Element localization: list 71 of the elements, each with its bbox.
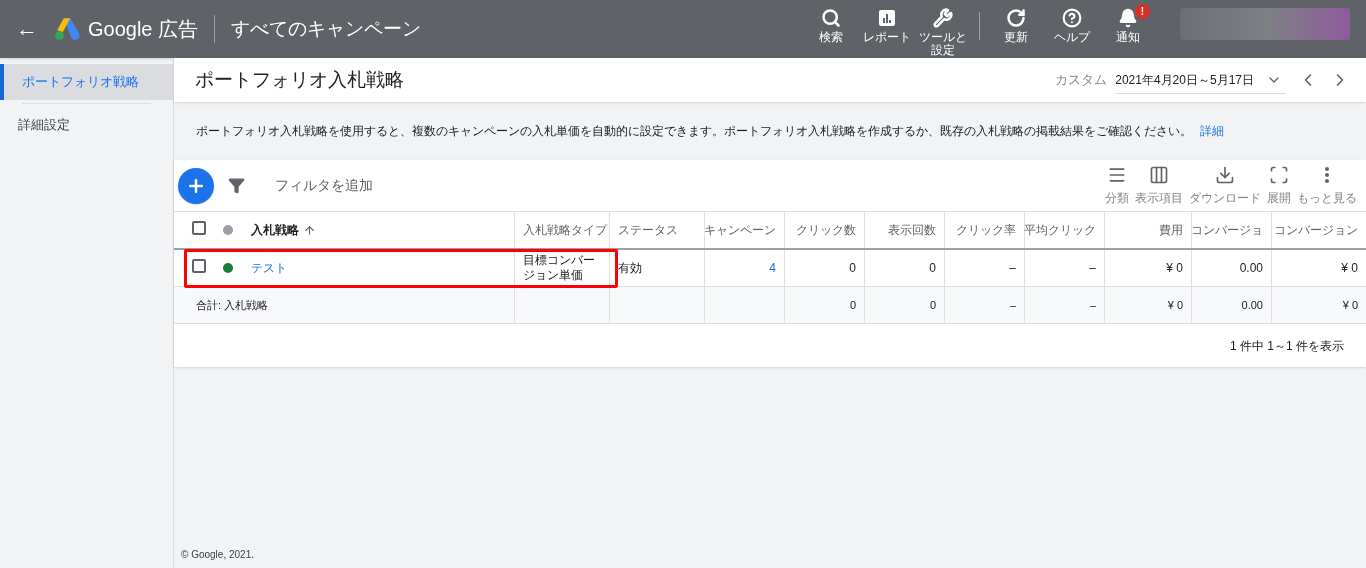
wrench-icon [933, 8, 953, 28]
page-heading: すべてのキャンペーン [231, 16, 422, 41]
date-prefix: カスタム [1055, 71, 1108, 90]
details-link[interactable]: 詳細 [1200, 124, 1224, 138]
column-header[interactable]: コンバージョン [1274, 221, 1358, 239]
bell-icon [1118, 8, 1138, 28]
columns-icon [1149, 164, 1169, 185]
total-cell-text: – [1009, 297, 1016, 313]
add-button[interactable] [178, 167, 214, 204]
filter-icon[interactable] [228, 177, 245, 194]
toolbar-button[interactable]: 展開 [1264, 164, 1294, 207]
table-cell-text: – [1089, 260, 1096, 277]
header-action[interactable]: レポート [859, 8, 915, 44]
total-cell-text: ¥ 0 [1342, 297, 1358, 313]
toolbar-button[interactable]: ダウンロード [1186, 164, 1264, 207]
header-action[interactable]: 更新 [988, 8, 1044, 44]
page-title: ポートフォリオ入札戦略 [195, 67, 404, 92]
column-header[interactable]: クリック率 [956, 221, 1016, 239]
table-cell-text: 0 [929, 260, 936, 277]
search-icon [821, 8, 841, 28]
copyright: © Google, 2021. [181, 549, 254, 560]
total-cell-text: 0 [849, 297, 856, 313]
back-button[interactable]: ← [16, 18, 38, 40]
product-name: Google 広告 [88, 17, 199, 42]
total-cell-text: 0 [929, 297, 936, 313]
total-cell-text: 0.00 [1241, 297, 1263, 313]
download-icon [1215, 164, 1235, 185]
sidebar-item[interactable]: ポートフォリオ戦略 [0, 64, 173, 100]
header-action[interactable]: ヘルプ [1044, 8, 1100, 44]
column-header[interactable]: キャンペーン [704, 221, 776, 239]
total-cell-text: ¥ 0 [1167, 297, 1183, 313]
table-cell-text: 目標コンバージョン単価 [523, 253, 596, 283]
description-text: ポートフォリオ入札戦略を使用すると、複数のキャンペーンの入札単価を自動的に設定できます。ポートフォリオ入札戦略を作成するか、既存の入札戦略の掲載結果をご確認ください。 詳細 [196, 123, 1224, 140]
bar-chart-icon [877, 8, 897, 28]
pagination-summary: 1 件中 1～1 件を表示 [1229, 337, 1344, 355]
table-cell-text: 0.00 [1239, 260, 1263, 277]
checkbox[interactable] [192, 220, 206, 235]
refresh-icon [1006, 8, 1026, 28]
column-header[interactable]: 入札戦略タイプ [523, 221, 607, 239]
table-cell-text: ¥ 0 [1166, 260, 1183, 277]
toolbar-button[interactable]: 表示項目 [1132, 164, 1186, 207]
toolbar-button[interactable]: もっと見る [1294, 164, 1360, 207]
sort-icon[interactable] [303, 223, 316, 237]
column-header[interactable]: 入札戦略 [251, 221, 299, 239]
column-header[interactable]: コンバージョ [1191, 221, 1263, 239]
table-cell-text: 有効 [618, 260, 642, 277]
help-icon [1062, 8, 1082, 28]
expand-icon [1269, 164, 1289, 185]
status-icon [223, 225, 233, 235]
total-cell-text: – [1089, 297, 1096, 313]
toolbar-button[interactable]: 分類 [1102, 164, 1132, 207]
total-label: 合計: 入札戦略 [196, 297, 269, 313]
header-action[interactable]: ツールと設定 [915, 8, 971, 57]
checkbox[interactable] [192, 258, 206, 273]
date-range-picker[interactable]: 2021年4月20日～5月17日 [1115, 66, 1286, 94]
table-cell-text: ¥ 0 [1341, 260, 1358, 277]
column-header[interactable]: 表示回数 [888, 221, 936, 239]
notification-badge: ! [1135, 4, 1150, 19]
cell-link[interactable]: テスト [251, 259, 287, 277]
column-header[interactable]: 費用 [1159, 221, 1183, 239]
more-icon [1325, 166, 1329, 183]
filter-field[interactable]: フィルタを追加 [275, 175, 373, 196]
table-cell-text: – [1009, 260, 1016, 277]
column-header[interactable]: ステータス [618, 221, 678, 239]
header-action[interactable]: 検索 [803, 8, 859, 44]
cell-link[interactable]: 4 [769, 259, 776, 277]
column-header[interactable]: クリック数 [796, 221, 856, 239]
column-header[interactable]: 平均クリック [1024, 221, 1096, 239]
sidebar-item[interactable]: 詳細設定 [0, 107, 173, 143]
logo-icon [54, 17, 80, 41]
table-cell-text: 0 [849, 260, 856, 277]
